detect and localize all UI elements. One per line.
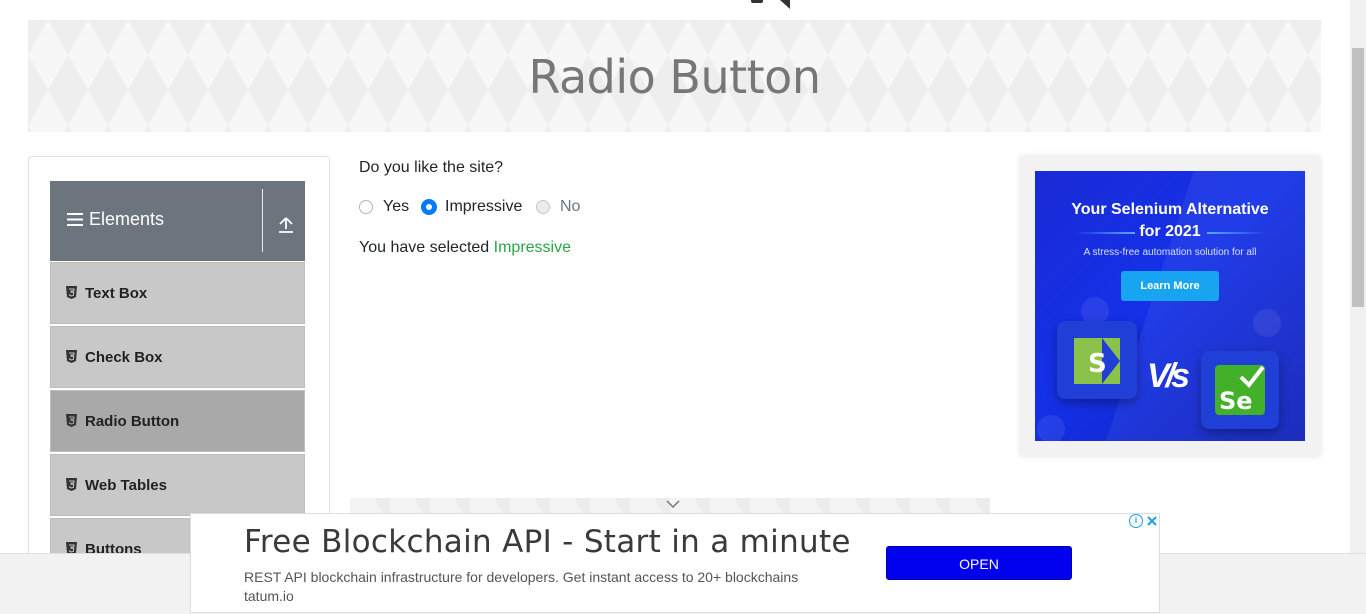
- open-button[interactable]: OPEN: [886, 546, 1072, 580]
- ad-headline-line1: Your Selenium Alternative: [1071, 201, 1269, 218]
- ad-subtitle: A stress-free automation solution for al…: [1083, 247, 1257, 258]
- radio-impressive-label[interactable]: Impressive: [445, 198, 522, 216]
- radio-no-label: No: [560, 198, 581, 215]
- scrollbar-thumb[interactable]: [1352, 48, 1364, 307]
- selenium-logo-icon: Se: [1215, 365, 1265, 415]
- sidebar-item-radio-button[interactable]: Radio Button: [50, 390, 305, 452]
- sidebar-item-web-tables[interactable]: Web Tables: [50, 454, 305, 516]
- sidebar-item-check-box[interactable]: Check Box: [50, 326, 305, 388]
- browser-icon: [1037, 415, 1065, 441]
- page-scrollbar[interactable]: [1350, 0, 1366, 553]
- group-title: Elements: [67, 209, 164, 230]
- page-banner: Radio Button: [28, 20, 1321, 132]
- ad-accent-line: [1207, 232, 1267, 234]
- sidebar-item-text-box[interactable]: Text Box: [50, 262, 305, 324]
- sidebar-item-label: Check Box: [85, 349, 163, 366]
- radio-question: Do you like the site?: [359, 159, 504, 176]
- selection-result: You have selected Impressive: [359, 239, 571, 257]
- collapse-arrow-icon[interactable]: [278, 216, 294, 234]
- page-title: Radio Button: [528, 50, 821, 104]
- adchoices-icon[interactable]: i: [1129, 514, 1143, 528]
- html5-icon: [66, 350, 77, 363]
- ad-accent-line: [1075, 232, 1135, 234]
- learn-more-button[interactable]: Learn More: [1121, 271, 1219, 301]
- radio-no-input: [536, 200, 550, 214]
- ad-headline: Your Selenium Alternative for 2021: [1035, 199, 1305, 243]
- right-logo-letters: Se: [1219, 387, 1253, 415]
- bottom-ad-body: REST API blockchain infrastructure for d…: [244, 569, 799, 604]
- katalon-logo-icon: S: [1074, 338, 1120, 384]
- elements-group-header[interactable]: Elements: [50, 181, 305, 261]
- result-prefix: You have selected: [359, 239, 490, 256]
- top-strip: [0, 0, 1350, 20]
- left-logo-letter: S: [1088, 349, 1107, 379]
- radio-yes-input[interactable]: [359, 200, 373, 214]
- menu-icon: [67, 213, 83, 226]
- chevron-down-icon[interactable]: [666, 500, 680, 508]
- header-arrow-fragment: [780, 0, 790, 9]
- header-divider: [262, 189, 263, 252]
- close-icon[interactable]: [1145, 514, 1159, 528]
- radio-impressive-input[interactable]: [421, 199, 437, 215]
- competitor-logo-tile: S: [1057, 321, 1137, 399]
- code-icon: [1253, 309, 1281, 337]
- header-logo-fragment: [751, 0, 763, 3]
- versus-label: V/s: [1147, 357, 1190, 395]
- bottom-ad-headline[interactable]: Free Blockchain API - Start in a minute: [244, 524, 851, 560]
- bottom-ad[interactable]: Free Blockchain API - Start in a minute …: [190, 513, 1160, 613]
- html5-icon: [66, 478, 77, 491]
- result-value: Impressive: [493, 239, 571, 256]
- group-title-label: Elements: [89, 209, 165, 229]
- selenium-logo-tile: Se: [1201, 351, 1279, 429]
- sidebar-item-label: Radio Button: [85, 413, 180, 430]
- html5-icon: [66, 414, 77, 427]
- sidebar-item-label: Web Tables: [85, 477, 167, 494]
- side-ad[interactable]: Your Selenium Alternative for 2021 A str…: [1035, 171, 1305, 441]
- sidebar-item-label: Text Box: [85, 285, 148, 302]
- html5-icon: [66, 286, 77, 299]
- radio-yes-label[interactable]: Yes: [383, 198, 409, 216]
